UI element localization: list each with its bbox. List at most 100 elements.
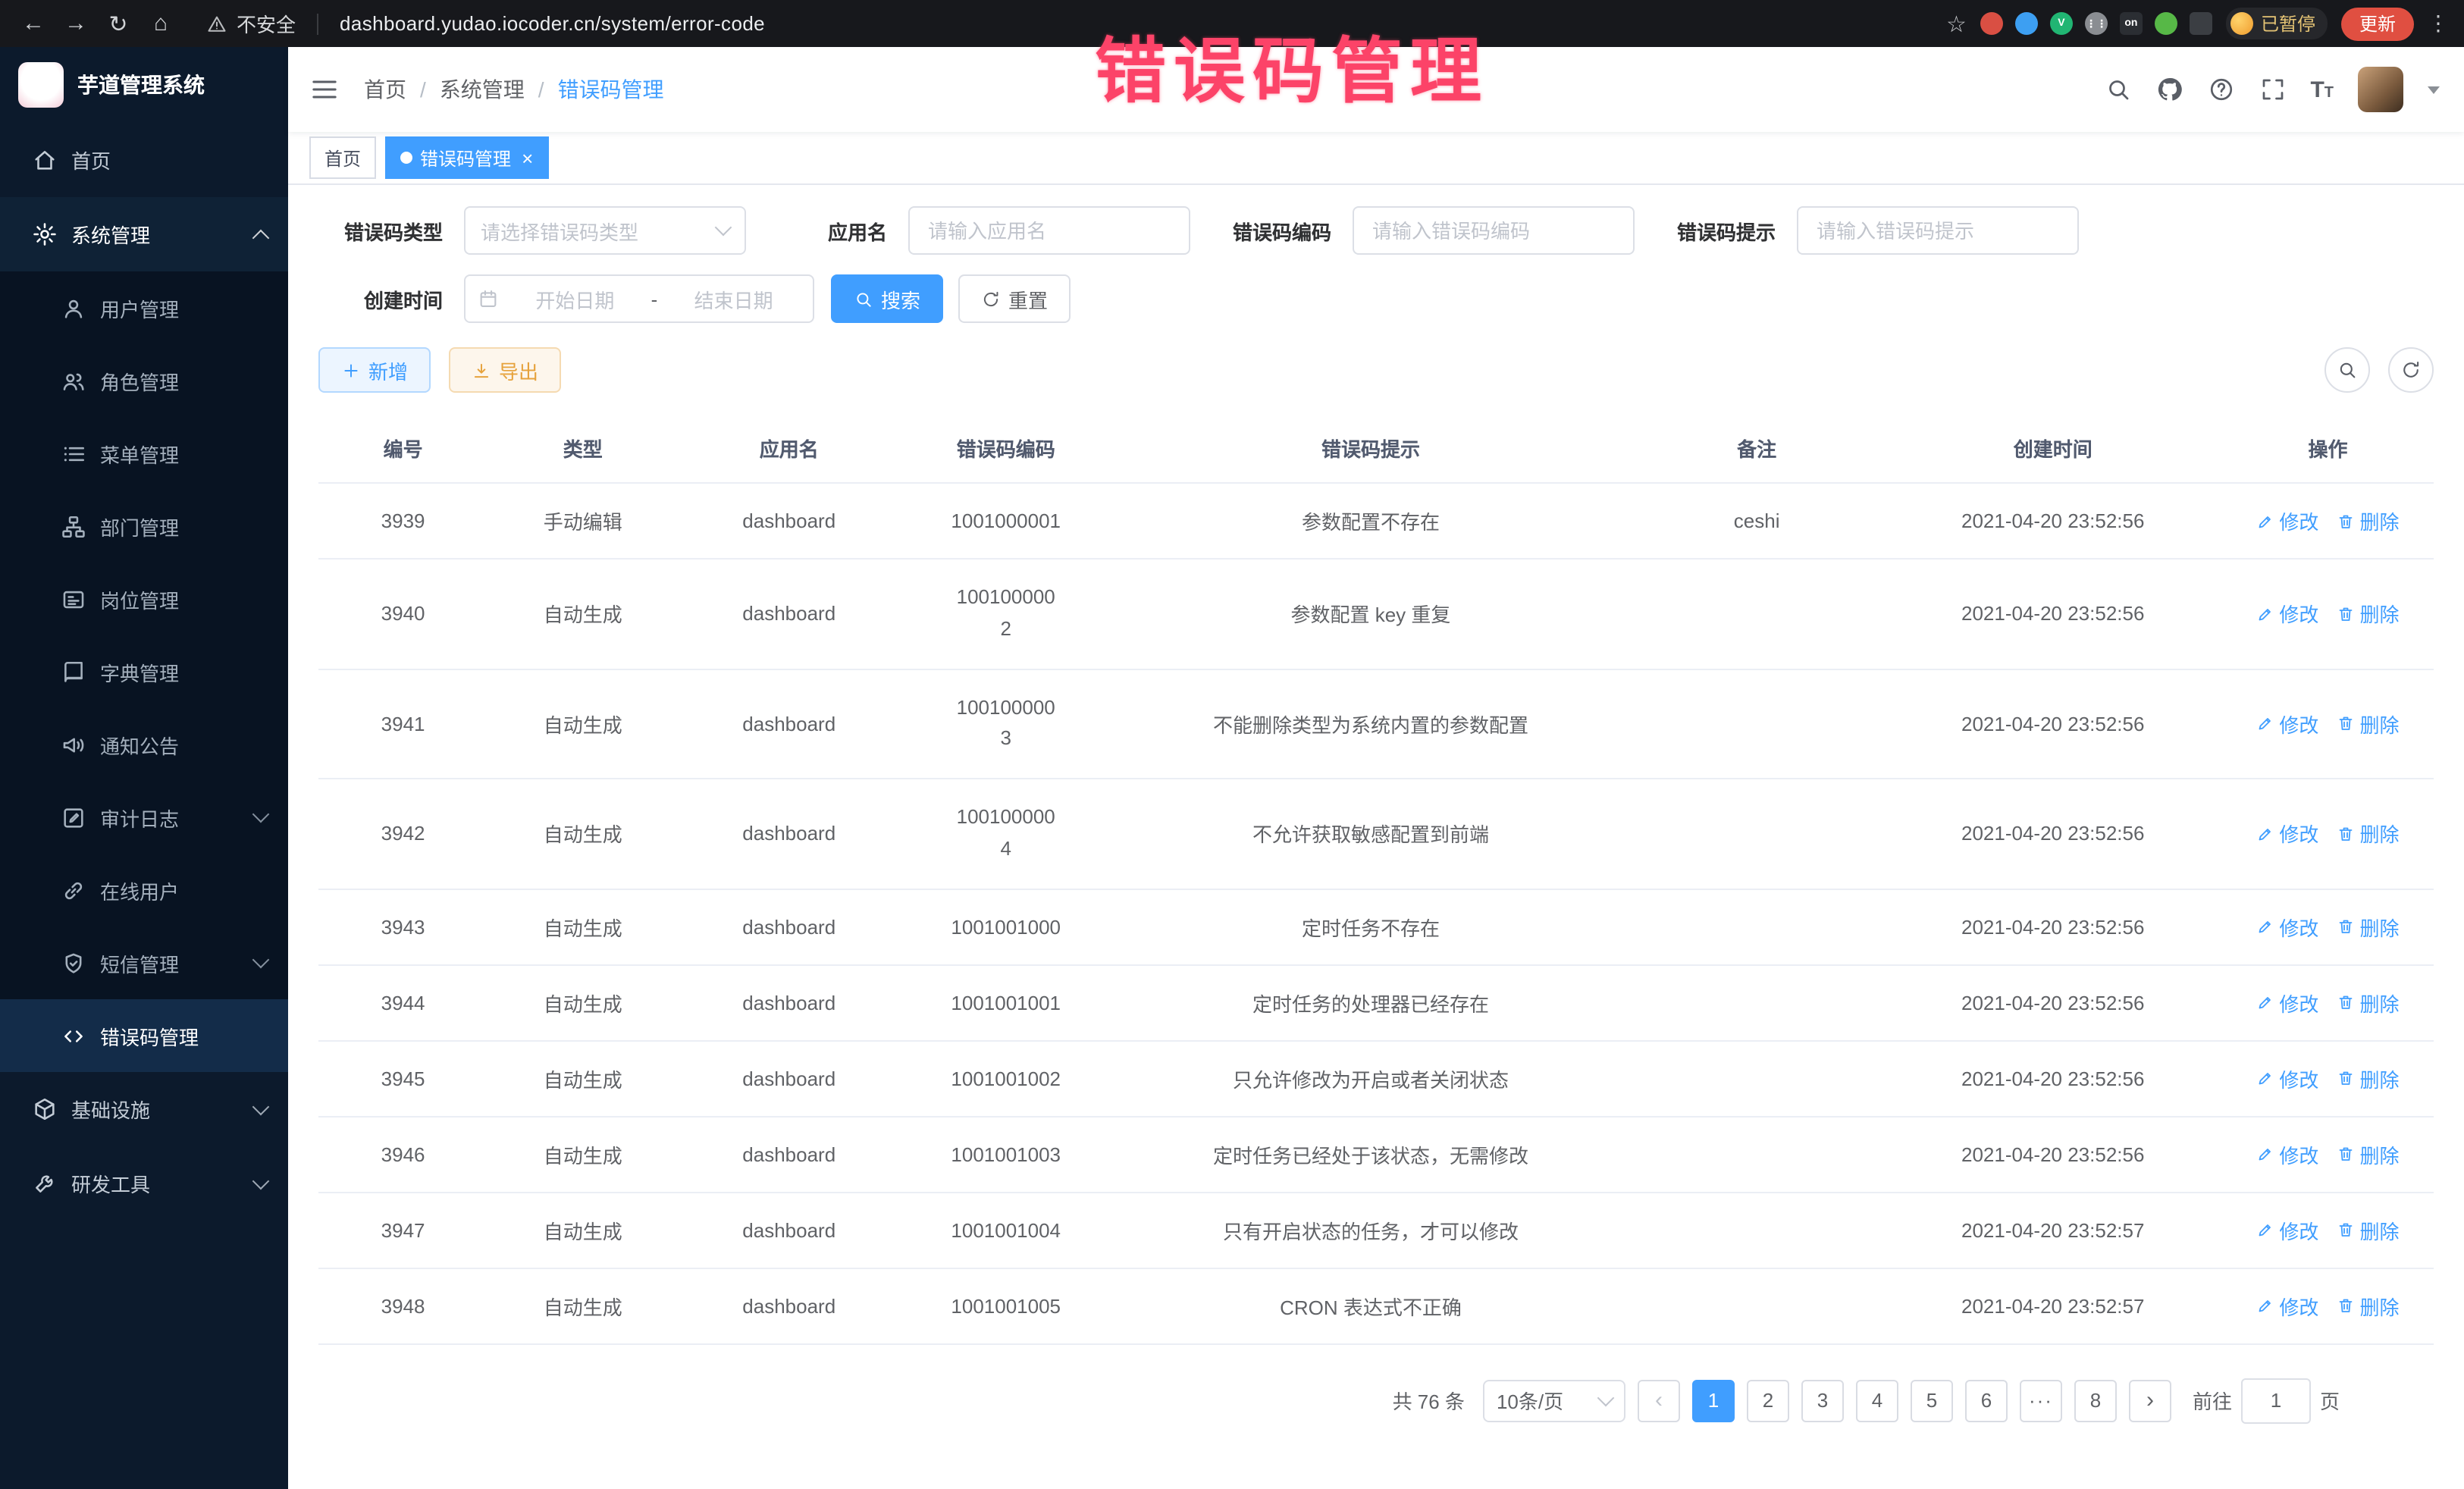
breadcrumb-item[interactable]: 错误码管理 (558, 74, 664, 105)
edit-link[interactable]: 修改 (2256, 710, 2318, 738)
sidebar-item-dict[interactable]: 字典管理 (0, 635, 288, 708)
security-indicator[interactable]: 不安全 (206, 9, 296, 38)
header-search-icon[interactable] (2104, 76, 2131, 103)
delete-link[interactable]: 删除 (2337, 1140, 2399, 1169)
pagination-page-5[interactable]: 5 (1911, 1380, 1953, 1422)
error-code-input[interactable] (1369, 218, 1618, 243)
pagination-next-button[interactable]: › (2129, 1380, 2171, 1422)
edit-link[interactable]: 修改 (2256, 989, 2318, 1017)
edit-link[interactable]: 修改 (2256, 1216, 2318, 1245)
user-avatar[interactable] (2358, 67, 2403, 112)
edit-link[interactable]: 修改 (2256, 1292, 2318, 1321)
edit-link[interactable]: 修改 (2256, 600, 2318, 629)
cell-id: 3945 (318, 1041, 487, 1117)
refresh-table-button[interactable] (2388, 347, 2434, 393)
edit-link-label: 修改 (2279, 506, 2318, 535)
address-url[interactable]: dashboard.yudao.iocoder.cn/system/error-… (340, 12, 765, 35)
pagination-page-4[interactable]: 4 (1856, 1380, 1898, 1422)
pagination-page-6[interactable]: 6 (1965, 1380, 2008, 1422)
error-type-select[interactable]: 请选择错误码类型 (464, 206, 746, 255)
on-badge-extension-icon[interactable]: on (2120, 12, 2143, 35)
delete-link[interactable]: 删除 (2337, 506, 2399, 535)
delete-link[interactable]: 删除 (2337, 1216, 2399, 1245)
start-date-placeholder[interactable]: 开始日期 (508, 284, 642, 313)
show-search-toggle-button[interactable] (2324, 347, 2370, 393)
search-button[interactable]: 搜索 (831, 274, 943, 323)
pagination-page-8[interactable]: 8 (2074, 1380, 2117, 1422)
delete-link[interactable]: 删除 (2337, 1292, 2399, 1321)
browser-back-icon[interactable]: ← (15, 5, 52, 42)
browser-reload-icon[interactable]: ↻ (100, 5, 136, 42)
font-size-icon[interactable]: TT (2310, 77, 2334, 102)
sidebar-item-menu[interactable]: 菜单管理 (0, 417, 288, 490)
breadcrumb-item[interactable]: 系统管理 (440, 74, 525, 105)
hamburger-icon[interactable] (309, 74, 340, 105)
pagination-prev-button[interactable]: ‹ (1638, 1380, 1680, 1422)
create-time-range-picker[interactable]: 开始日期 - 结束日期 (464, 274, 814, 323)
sidebar-item-online[interactable]: 在线用户 (0, 854, 288, 926)
delete-link[interactable]: 删除 (2337, 600, 2399, 629)
sidebar-item-devtools[interactable]: 研发工具 (0, 1146, 288, 1221)
sidebar-item-user[interactable]: 用户管理 (0, 271, 288, 344)
delete-link[interactable]: 删除 (2337, 913, 2399, 942)
delete-link[interactable]: 删除 (2337, 989, 2399, 1017)
audit-icon (61, 804, 86, 830)
delete-link[interactable]: 删除 (2337, 1064, 2399, 1093)
goto-label: 前往 (2193, 1387, 2232, 1415)
pin-extension-icon[interactable] (2190, 12, 2212, 35)
sidebar-item-post[interactable]: 岗位管理 (0, 563, 288, 635)
edit-link[interactable]: 修改 (2256, 913, 2318, 942)
sidebar-item-notice[interactable]: 通知公告 (0, 708, 288, 781)
browser-menu-icon[interactable]: ⋮ (2428, 11, 2449, 36)
sidebar-item-role[interactable]: 角色管理 (0, 344, 288, 417)
error-msg-input[interactable] (1814, 218, 2062, 243)
add-button[interactable]: 新增 (318, 347, 431, 393)
tab-错误码管理[interactable]: 错误码管理× (385, 136, 548, 179)
tab-close-icon[interactable]: × (522, 148, 533, 168)
fullscreen-icon[interactable] (2259, 76, 2286, 103)
record-extension-icon[interactable] (1980, 12, 2003, 35)
delete-link[interactable]: 删除 (2337, 820, 2399, 848)
sidebar-item-infra[interactable]: 基础设施 (0, 1072, 288, 1146)
leaf-extension-icon[interactable] (2155, 12, 2177, 35)
edit-link[interactable]: 修改 (2256, 1140, 2318, 1169)
bookmark-star-icon[interactable]: ☆ (1946, 10, 1967, 37)
paused-extension-chip[interactable]: 已暂停 (2226, 8, 2328, 39)
app-name-input[interactable] (925, 218, 1174, 243)
pagination-page-2[interactable]: 2 (1747, 1380, 1789, 1422)
grid-extension-icon[interactable]: ⋮⋮ (2085, 12, 2108, 35)
end-date-placeholder[interactable]: 结束日期 (666, 284, 801, 313)
breadcrumb-item[interactable]: 首页 (364, 74, 406, 105)
cell-operations: 修改删除 (2222, 1268, 2434, 1344)
edit-icon (2256, 605, 2274, 623)
sidebar-item-audit[interactable]: 审计日志 (0, 781, 288, 854)
edit-link[interactable]: 修改 (2256, 506, 2318, 535)
goto-page-input[interactable] (2241, 1378, 2311, 1424)
sidebar-item-label: 在线用户 (100, 876, 267, 904)
edit-link[interactable]: 修改 (2256, 820, 2318, 848)
sidebar-item-errcode[interactable]: 错误码管理 (0, 999, 288, 1072)
delete-link[interactable]: 删除 (2337, 710, 2399, 738)
sidebar-item-system[interactable]: 系统管理 (0, 197, 288, 271)
sidebar-item-sms[interactable]: 短信管理 (0, 926, 288, 999)
help-icon[interactable] (2207, 76, 2234, 103)
export-button[interactable]: 导出 (449, 347, 561, 393)
browser-update-button[interactable]: 更新 (2341, 7, 2414, 40)
pagination-page-3[interactable]: 3 (1801, 1380, 1844, 1422)
sidebar-logo[interactable]: 芋道管理系统 (0, 47, 288, 123)
video-extension-icon[interactable]: V (2050, 12, 2073, 35)
edit-link[interactable]: 修改 (2256, 1064, 2318, 1093)
sidebar-item-dept[interactable]: 部门管理 (0, 490, 288, 563)
avatar-caret-icon[interactable] (2428, 86, 2440, 93)
pagination-ellipsis[interactable]: ··· (2020, 1380, 2062, 1422)
cell-type: 自动生成 (487, 1117, 678, 1193)
browser-home-icon[interactable]: ⌂ (143, 5, 179, 42)
drop-extension-icon[interactable] (2015, 12, 2038, 35)
browser-forward-icon[interactable]: → (58, 5, 94, 42)
tab-首页[interactable]: 首页 (309, 136, 376, 179)
github-icon[interactable] (2155, 76, 2183, 103)
reset-button[interactable]: 重置 (958, 274, 1071, 323)
page-size-select[interactable]: 10条/页 (1483, 1380, 1625, 1422)
pagination-page-1[interactable]: 1 (1692, 1380, 1735, 1422)
sidebar-item-home[interactable]: 首页 (0, 123, 288, 197)
